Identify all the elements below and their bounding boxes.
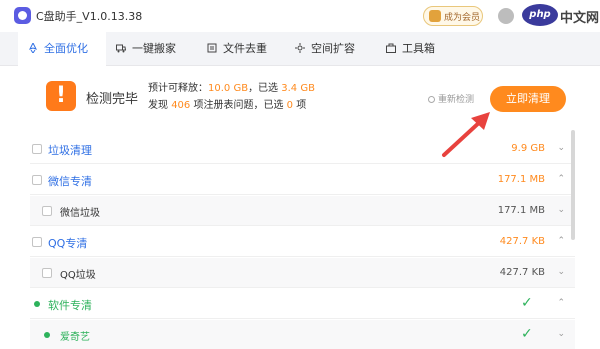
tab-expand-space[interactable]: 空间扩容: [295, 32, 375, 66]
list-subitem[interactable]: 微信垃圾 177.1 MB ⌄: [30, 196, 575, 226]
scan-stats: 预计可释放：10.0 GB，已选 3.4 GB 发现 406 项注册表问题，已选…: [148, 83, 315, 111]
scrollbar[interactable]: [571, 130, 575, 240]
item-checkbox[interactable]: [32, 144, 42, 154]
item-checkbox[interactable]: [32, 175, 42, 185]
chevron-up-icon[interactable]: ⌃: [557, 174, 565, 184]
vip-label: 成为会员: [444, 13, 481, 23]
files-icon: [207, 43, 217, 53]
toolbox-icon: [386, 43, 396, 53]
checkmark-icon: ✓: [521, 295, 533, 311]
list-item[interactable]: QQ专清 427.7 KB ⌃: [30, 227, 575, 257]
item-checkbox[interactable]: [42, 206, 52, 216]
selected-size: 3.4 GB: [281, 83, 315, 94]
expand-icon: [295, 43, 305, 53]
truck-icon: [116, 44, 126, 53]
warning-icon: !: [46, 81, 76, 111]
annotation-arrow-icon: [442, 112, 490, 157]
tab-dedupe-files[interactable]: 文件去重: [207, 32, 287, 66]
app-window: C盘助手_V1.0.13.38 成为会员 php 中文网 全面优化 一键搬家 文件…: [0, 0, 600, 349]
item-checkbox[interactable]: [32, 237, 42, 247]
tab-full-optimize[interactable]: 全面优化: [18, 32, 106, 66]
list-subitem[interactable]: QQ垃圾 427.7 KB ⌄: [30, 258, 575, 288]
done-dot-icon: [44, 332, 50, 338]
scan-summary: ! 检测完毕 预计可释放：10.0 GB，已选 3.4 GB 发现 406 项注…: [30, 66, 585, 128]
avatar[interactable]: [498, 8, 514, 24]
title-bar: C盘助手_V1.0.13.38 成为会员 php 中文网: [0, 0, 600, 32]
app-logo-icon: [14, 7, 31, 24]
list-subitem[interactable]: 爱奇艺 ✓ ⌄: [30, 320, 575, 349]
chevron-down-icon[interactable]: ⌄: [557, 267, 565, 277]
tab-bar: 全面优化 一键搬家 文件去重 空间扩容 工具箱: [0, 32, 600, 66]
tab-one-click-move[interactable]: 一键搬家: [116, 32, 196, 66]
scan-result-list: 垃圾清理 9.9 GB ⌄ 微信专清 177.1 MB ⌃ 微信垃圾 177.1…: [30, 134, 575, 349]
scan-status-title: 检测完毕: [86, 92, 139, 107]
done-dot-icon: [34, 301, 40, 307]
checkmark-icon: ✓: [521, 326, 533, 342]
chevron-down-icon[interactable]: ⌄: [557, 329, 565, 339]
refresh-icon: [428, 96, 435, 103]
app-title: C盘助手_V1.0.13.38: [36, 10, 143, 23]
rocket-icon: [29, 43, 37, 53]
tab-toolbox[interactable]: 工具箱: [386, 32, 466, 66]
clean-now-button[interactable]: 立即清理: [490, 86, 566, 112]
list-item[interactable]: 微信专清 177.1 MB ⌃: [30, 165, 575, 195]
crown-icon: [429, 10, 441, 22]
issue-count: 406: [171, 100, 191, 111]
vip-button[interactable]: 成为会员: [423, 6, 483, 26]
issue-selected-count: 0: [286, 100, 294, 111]
chevron-down-icon[interactable]: ⌄: [557, 143, 565, 153]
chevron-up-icon[interactable]: ⌃: [557, 236, 565, 246]
chevron-down-icon[interactable]: ⌄: [557, 205, 565, 215]
list-item[interactable]: 软件专清 ✓ ⌃: [30, 289, 575, 319]
item-checkbox[interactable]: [42, 268, 52, 278]
watermark-logo: php 中文网: [522, 4, 600, 28]
releasable-size: 10.0 GB: [208, 83, 249, 94]
chevron-up-icon[interactable]: ⌃: [557, 298, 565, 308]
rescan-link[interactable]: 重新检测: [428, 92, 474, 105]
